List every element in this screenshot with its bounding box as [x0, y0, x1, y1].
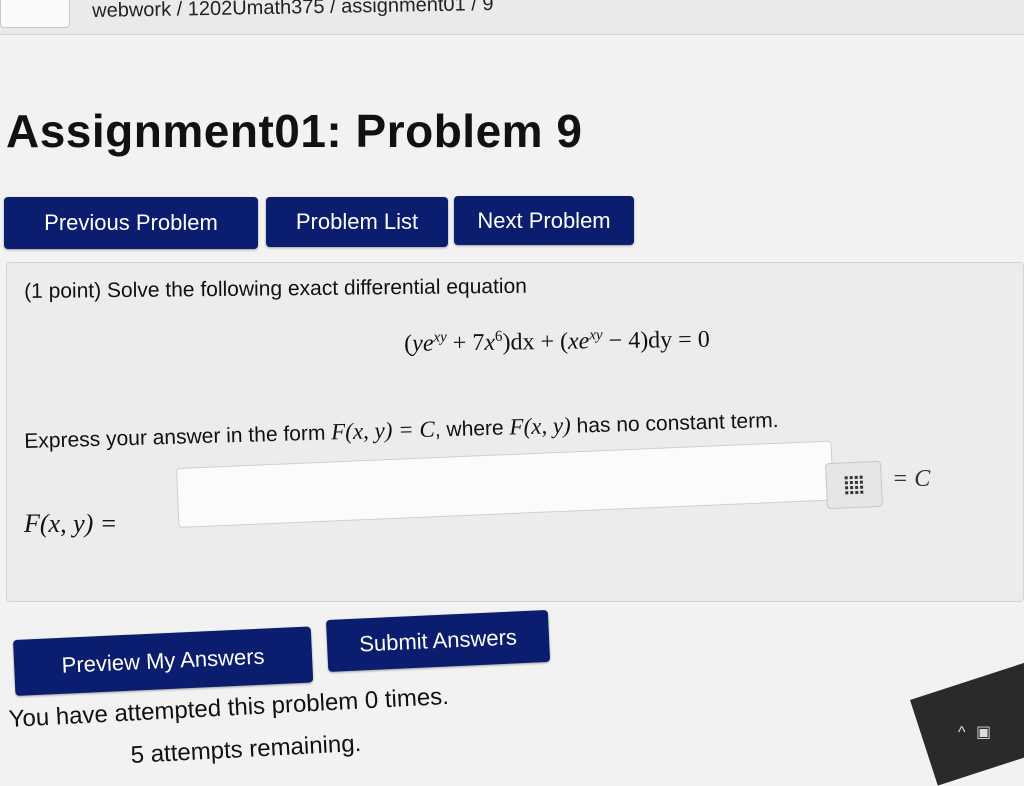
grid-icon	[844, 475, 864, 495]
breadcrumb: webwork / 1202Umath375 / assignment01 / …	[92, 0, 494, 22]
eq-exp2: xy	[589, 327, 603, 344]
previous-problem-button[interactable]: Previous Problem	[4, 197, 258, 249]
eq-rest: − 4)dy = 0	[608, 326, 710, 355]
page-title: Assignment01: Problem 9	[6, 105, 583, 157]
instruction-mid: , where	[434, 416, 510, 442]
answer-label: F(x, y) =	[24, 509, 118, 538]
top-strip: webwork / 1202Umath375 / assignment01 / …	[0, 0, 1024, 35]
equation-editor-button[interactable]	[825, 460, 883, 510]
chevron-up-icon[interactable]: ^	[958, 724, 966, 741]
equals-c-label: = C	[892, 466, 931, 492]
tray-icons: ^ ▣	[958, 722, 991, 742]
eq-xe: xe	[567, 328, 590, 355]
instruction-post: has no constant term.	[570, 408, 779, 438]
window-icon[interactable]: ▣	[976, 724, 991, 741]
submit-answers-button[interactable]: Submit Answers	[326, 609, 551, 672]
eq-dx: )dx + (	[502, 328, 569, 356]
eq-e: e	[422, 330, 434, 357]
problem-list-button[interactable]: Problem List	[266, 197, 448, 247]
taskbar	[910, 650, 1024, 786]
instruction-form: F(x, y) = C	[330, 416, 436, 445]
eq-plus: + 7	[452, 329, 485, 357]
preview-answers-button[interactable]: Preview My Answers	[13, 626, 314, 696]
next-problem-button[interactable]: Next Problem	[454, 196, 634, 245]
eq-y: y	[412, 330, 424, 357]
eq-exp1: xy	[433, 329, 447, 346]
differential-equation: (yexy + 7x6)dx + (xexy − 4)dy = 0	[404, 326, 710, 358]
back-button[interactable]	[0, 0, 70, 28]
attempts-remaining: 5 attempts remaining.	[130, 729, 362, 769]
eq-x: x	[484, 329, 496, 356]
instruction-fxy: F(x, y)	[509, 412, 572, 440]
